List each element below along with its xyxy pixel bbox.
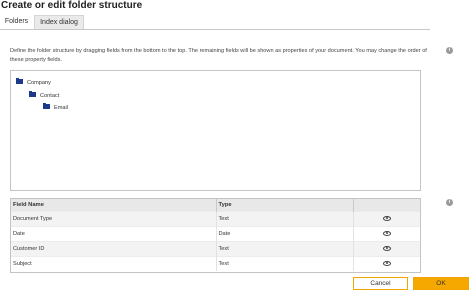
field-type-cell: Text: [216, 211, 354, 227]
ok-button[interactable]: OK: [413, 277, 469, 290]
info-icon[interactable]: i: [446, 47, 453, 54]
column-header-visibility: [353, 199, 420, 212]
eye-icon[interactable]: [382, 261, 391, 267]
tree-node-email[interactable]: Email: [43, 103, 68, 112]
field-type-cell: Text: [216, 241, 354, 257]
field-name-cell: Document Type: [11, 211, 217, 227]
tab-bar: Folders Index dialog: [0, 15, 430, 30]
tab-folders[interactable]: Folders: [0, 15, 33, 29]
folder-icon: [16, 78, 23, 85]
column-header-type[interactable]: Type: [216, 199, 354, 212]
visibility-cell: [353, 241, 420, 257]
folder-icon: [43, 103, 50, 110]
description-text: Define the folder structure by dragging …: [10, 48, 427, 63]
tab-index-dialog[interactable]: Index dialog: [34, 15, 84, 29]
table-row[interactable]: Date Date: [11, 226, 420, 242]
field-name-cell: Date: [11, 226, 217, 242]
cancel-button[interactable]: Cancel: [353, 277, 408, 290]
column-header-field-name[interactable]: Field Name: [11, 199, 217, 212]
tree-node-contact[interactable]: Contact: [29, 91, 60, 100]
folder-icon: [29, 91, 36, 98]
field-type-cell: Date: [216, 226, 354, 242]
table-row[interactable]: Document Type Text: [11, 211, 420, 227]
table-row[interactable]: Customer ID Text: [11, 241, 420, 257]
table-row[interactable]: Subject Text: [11, 256, 420, 271]
tree-node-label: Email: [54, 105, 68, 111]
info-icon[interactable]: i: [446, 199, 453, 206]
field-name-cell: Subject: [11, 256, 217, 271]
eye-icon[interactable]: [382, 231, 391, 237]
field-name-cell: Customer ID: [11, 241, 217, 257]
visibility-cell: [353, 226, 420, 242]
eye-icon[interactable]: [382, 216, 391, 222]
field-type-cell: Text: [216, 256, 354, 271]
tree-node-label: Company: [27, 80, 51, 86]
eye-icon[interactable]: [382, 246, 391, 252]
tree-node-company[interactable]: Company: [16, 78, 51, 87]
fields-grid: Field Name Type Document Type Text Date …: [10, 198, 421, 273]
folder-tree[interactable]: Company Contact Email: [10, 70, 421, 191]
tree-node-label: Contact: [40, 93, 60, 99]
dialog-title: Create or edit folder structure: [1, 0, 143, 11]
visibility-cell: [353, 256, 420, 271]
visibility-cell: [353, 211, 420, 227]
